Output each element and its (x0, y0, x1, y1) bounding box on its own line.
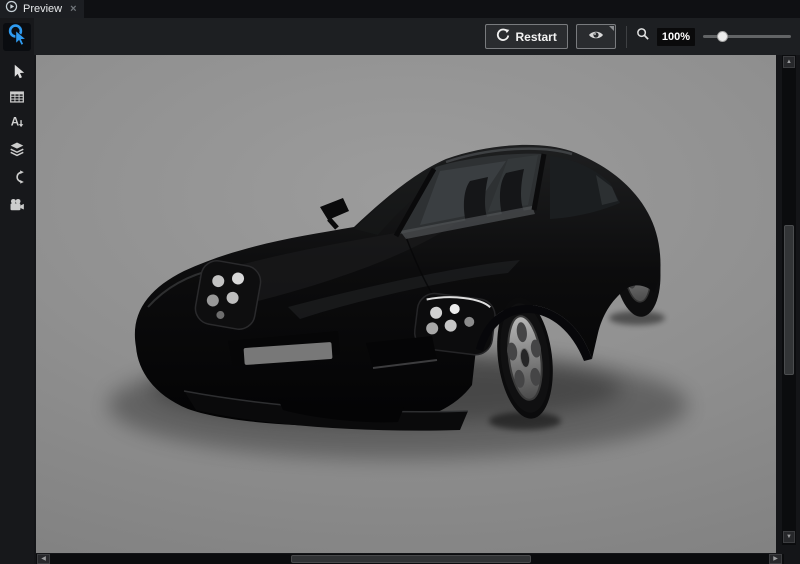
scroll-down-button[interactable]: ▼ (783, 531, 795, 543)
preview-viewport[interactable] (36, 55, 776, 553)
zoom-slider-handle[interactable] (717, 31, 728, 42)
video-camera-icon (8, 196, 26, 219)
dropdown-corner-icon (609, 26, 614, 31)
tab-label: Preview (23, 3, 62, 15)
scroll-left-button[interactable]: ◀ (37, 554, 50, 564)
restart-button-label: Restart (516, 30, 557, 44)
split-arrows-icon (8, 168, 26, 191)
zoom-slider[interactable] (701, 24, 793, 49)
eye-icon (588, 29, 604, 44)
magnifier-icon (636, 27, 650, 46)
cursor-icon (8, 62, 26, 85)
tool-table-button[interactable] (0, 86, 34, 112)
preview-window: Preview × (0, 0, 800, 564)
table-icon (8, 88, 26, 111)
visibility-button[interactable] (576, 24, 616, 49)
vertical-scrollbar-thumb[interactable] (784, 225, 794, 375)
scroll-right-button[interactable]: ▶ (769, 554, 782, 564)
arrow-down-icon: ▼ (786, 534, 792, 540)
tool-camera-button[interactable] (0, 194, 34, 220)
font-arrow-icon: A (8, 112, 26, 135)
horizontal-scrollbar-thumb[interactable] (291, 555, 531, 563)
tool-transitions-button[interactable] (0, 166, 34, 192)
arrow-left-icon: ◀ (41, 556, 46, 562)
vertical-scrollbar[interactable]: ▲ ▼ (782, 55, 796, 545)
viewport-toolbar: Restart 100% (34, 18, 800, 55)
left-toolbar: A (0, 18, 34, 564)
tab-preview[interactable]: Preview × (0, 0, 84, 18)
svg-text:A: A (11, 115, 20, 128)
restart-button[interactable]: Restart (485, 24, 568, 49)
scroll-up-button[interactable]: ▲ (783, 56, 795, 68)
tool-layers-button[interactable] (0, 138, 34, 164)
tab-bar: Preview × (0, 0, 800, 18)
layers-icon (8, 140, 26, 163)
arrow-right-icon: ▶ (773, 556, 778, 562)
tab-close-icon[interactable]: × (70, 4, 76, 14)
arrow-up-icon: ▲ (786, 59, 792, 65)
play-circle-icon (5, 0, 18, 18)
tool-font-button[interactable]: A (0, 110, 34, 136)
horizontal-scrollbar[interactable]: ◀ ▶ (36, 554, 784, 564)
toolbar-separator (626, 26, 627, 48)
tool-select-button[interactable] (0, 60, 34, 86)
tool-interact-button[interactable] (3, 23, 31, 51)
zoom-value-field[interactable]: 100% (657, 28, 695, 46)
refresh-icon (496, 28, 510, 45)
car-render (36, 55, 776, 553)
pointer-ring-icon (6, 23, 29, 51)
